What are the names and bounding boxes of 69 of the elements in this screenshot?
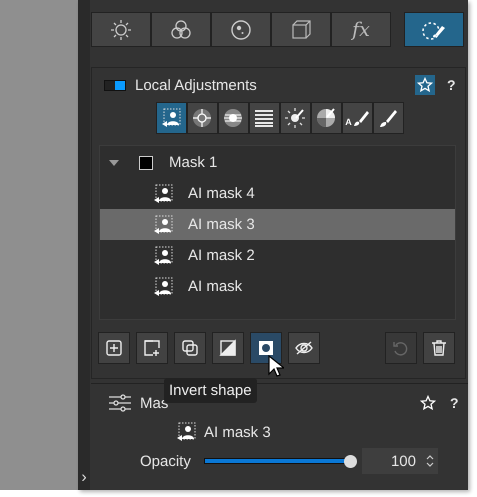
help-icon[interactable]: ? [450,395,460,411]
trash-icon [430,339,448,357]
mask-list-item[interactable]: AI mask 2 [100,240,455,271]
target-icon [191,107,213,129]
contrast-icon [219,339,237,357]
person-mask-icon [160,107,182,129]
tooltip: Invert shape [164,378,257,403]
invert-button[interactable] [250,332,282,364]
mask-tool-button[interactable] [218,102,248,134]
add-shape-button[interactable] [136,332,168,364]
brush-icon [377,107,399,129]
mask-tool-button[interactable] [280,102,310,134]
gradient-disc-icon [222,107,244,129]
eye-slash-icon [295,339,313,357]
opacity-slider[interactable] [204,454,357,468]
opacity-label: Opacity [140,452,192,470]
person-mask-icon [152,244,174,266]
person-mask-icon [152,276,174,298]
effects-tab[interactable]: fx [331,12,391,47]
undo-icon [392,339,410,357]
expand-caret-icon[interactable] [109,158,119,166]
expand-chevron[interactable]: › [81,470,87,490]
mask-list-item[interactable]: AI mask 3 [100,209,455,240]
mask-name: AI mask 3 [204,424,271,440]
favorite-star-icon[interactable] [415,75,435,95]
graduated-lines-icon [253,107,275,129]
tab[interactable] [404,12,464,47]
mouse-cursor-icon [268,355,284,379]
person-mask-icon [152,214,174,236]
duplicate-icon [181,339,199,357]
person-mask-icon [152,182,174,204]
hide-button[interactable] [288,332,320,364]
cube-icon [290,18,312,40]
duplicate-button[interactable] [174,332,206,364]
dot-circle-icon [230,18,252,40]
mask-list-item[interactable]: AI mask [100,271,455,302]
sun-icon [110,18,132,40]
mask-group-label[interactable]: Mask 1 [169,154,218,171]
add-icon [105,339,123,357]
add-shape-icon [143,339,161,357]
color-picker-icon [284,107,306,129]
mask-tool-button[interactable] [156,102,186,134]
favorite-star-icon[interactable] [418,393,438,413]
mask-tool-button[interactable] [248,102,280,134]
mask-tool-button[interactable] [310,102,342,134]
person-mask-icon [175,421,197,443]
mask-tool-button[interactable] [186,102,218,134]
color-wheel-icon [315,107,337,129]
contrast-button[interactable] [212,332,244,364]
tab[interactable] [151,12,211,47]
mask-tool-button[interactable]: A [342,102,372,134]
spinner-icon[interactable] [426,454,434,468]
mask-list-item[interactable]: AI mask 4 [100,178,455,209]
circles-icon [170,18,192,40]
panel-title: Local Adjustments [135,76,257,94]
tab[interactable] [211,12,271,47]
sliders-icon [108,394,132,412]
panel-toggle[interactable] [104,80,126,90]
tab[interactable] [271,12,331,47]
add-button[interactable] [98,332,130,364]
tab[interactable] [91,12,151,47]
invert-icon [257,339,275,357]
opacity-field[interactable]: 100 [362,448,438,474]
mask-swatch-icon[interactable] [139,156,153,170]
delete-button[interactable] [423,332,455,364]
brush-icon [352,109,369,127]
text-letter: A [345,117,352,127]
help-icon[interactable]: ? [447,77,457,93]
mask-tool-button[interactable] [372,102,404,134]
